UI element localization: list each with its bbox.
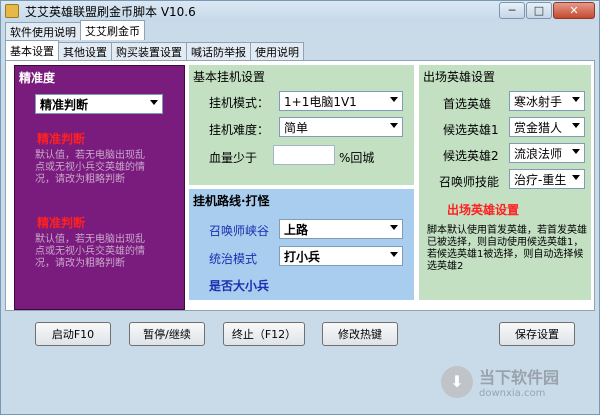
tab-gold-farming[interactable]: 艾艾刷金币 xyxy=(80,20,145,40)
route-panel: 挂机路线·打怪 召唤师峡谷 上路 统治模式 打小兵 是否大小兵 xyxy=(189,189,414,300)
basic-settings-title: 基本挂机设置 xyxy=(193,70,266,84)
precision-note-2: 默认值，若无电脑出现乱点或无视小兵交英雄的情况，请改为粗略判断 xyxy=(35,234,145,269)
tab-instructions[interactable]: 使用说明 xyxy=(250,42,304,60)
chevron-down-icon xyxy=(572,97,580,102)
backup-hero-1-value: 赏金猎人 xyxy=(514,120,563,135)
title-bar: 艾艾英雄联盟刷金币脚本 V10.6 ─ □ ✕ xyxy=(1,1,599,21)
backup-hero-1-label: 候选英雄1 xyxy=(443,123,499,137)
difficulty-label: 挂机难度： xyxy=(209,123,270,137)
tab-anti-report[interactable]: 喊话防举报 xyxy=(186,42,251,60)
mode-label: 挂机模式： xyxy=(209,96,270,110)
window-controls: ─ □ ✕ xyxy=(499,2,595,19)
minimize-button[interactable]: ─ xyxy=(499,2,525,19)
top-tab-bar: 软件使用说明 艾艾刷金币 xyxy=(5,20,145,40)
mode-select-value: 1+1电脑1V1 xyxy=(284,94,357,109)
watermark-url: downxia.com xyxy=(479,388,546,399)
stop-button[interactable]: 终止（F12） xyxy=(223,322,305,346)
primary-hero-select[interactable]: 寒冰射手 xyxy=(509,91,585,111)
chevron-down-icon xyxy=(390,97,398,102)
difficulty-select-value: 简单 xyxy=(284,120,309,135)
tab-basic-settings[interactable]: 基本设置 xyxy=(5,40,59,60)
hp-suffix: %回城 xyxy=(339,151,375,165)
chevron-down-icon xyxy=(390,252,398,257)
app-icon xyxy=(5,4,19,18)
hero-panel: 出场英雄设置 首选英雄 寒冰射手 候选英雄1 赏金猎人 候选英雄2 流浪法师 召… xyxy=(419,65,591,300)
settings-content: 精准度 精准判断 精准判断 默认值，若无电脑出现乱点或无视小兵交英雄的情况，请改… xyxy=(5,60,595,311)
map-select[interactable]: 上路 xyxy=(279,219,403,239)
chevron-down-icon xyxy=(572,149,580,154)
maximize-button[interactable]: □ xyxy=(526,2,552,19)
chevron-down-icon xyxy=(572,123,580,128)
difficulty-select[interactable]: 简单 xyxy=(279,117,403,137)
hero-title: 出场英雄设置 xyxy=(423,70,496,84)
strategy-select[interactable]: 打小兵 xyxy=(279,246,403,266)
backup-hero-1-select[interactable]: 赏金猎人 xyxy=(509,117,585,137)
primary-hero-label: 首选英雄 xyxy=(443,97,492,111)
watermark-text: 当下软件园 downxia.com xyxy=(479,364,559,399)
precision-title: 精准度 xyxy=(19,71,56,85)
download-logo-icon: ⬇ xyxy=(441,365,473,398)
settings-tab-bar: 基本设置 其他设置 购买装置设置 喊话防举报 使用说明 xyxy=(5,40,304,60)
backup-hero-2-value: 流浪法师 xyxy=(514,146,563,161)
watermark: ⬇ 当下软件园 downxia.com xyxy=(441,364,559,399)
tab-purchase-settings[interactable]: 购买装置设置 xyxy=(111,42,187,60)
mode-strategy-label: 统治模式 xyxy=(209,252,258,266)
hero-heading: 出场英雄设置 xyxy=(447,203,520,217)
precision-heading-2: 精准判断 xyxy=(37,216,86,230)
map-select-value: 上路 xyxy=(284,222,309,237)
hp-threshold-input[interactable] xyxy=(273,145,335,165)
hero-description: 脚本默认使用首发英雄，若首发英雄已被选择，则自动使用候选英雄1，若候选英雄1被选… xyxy=(427,225,587,272)
strategy-select-value: 打小兵 xyxy=(284,249,321,264)
main-window: 艾艾英雄联盟刷金币脚本 V10.6 ─ □ ✕ 软件使用说明 艾艾刷金币 基本设… xyxy=(0,0,600,415)
hotkey-button[interactable]: 修改热键 xyxy=(322,322,398,346)
mode-select[interactable]: 1+1电脑1V1 xyxy=(279,91,403,111)
chevron-down-icon xyxy=(572,175,580,180)
chevron-down-icon xyxy=(150,100,158,105)
precision-select-value: 精准判断 xyxy=(40,97,89,112)
map-label: 召唤师峡谷 xyxy=(209,224,270,238)
precision-heading-1: 精准判断 xyxy=(37,132,86,146)
start-button[interactable]: 启动F10 xyxy=(35,322,111,346)
window-title: 艾艾英雄联盟刷金币脚本 V10.6 xyxy=(25,4,196,19)
watermark-name: 当下软件园 xyxy=(479,368,560,387)
summoner-spell-value: 治疗-重生 xyxy=(514,172,567,187)
chevron-down-icon xyxy=(390,225,398,230)
precision-panel: 精准度 精准判断 精准判断 默认值，若无电脑出现乱点或无视小兵交英雄的情况，请改… xyxy=(14,65,185,310)
tab-other-settings[interactable]: 其他设置 xyxy=(58,42,112,60)
precision-note-1: 默认值，若无电脑出现乱点或无视小兵交英雄的情况，请改为粗略判断 xyxy=(35,150,145,185)
chevron-down-icon xyxy=(390,123,398,128)
backup-hero-2-label: 候选英雄2 xyxy=(443,149,499,163)
pause-button[interactable]: 暂停/继续 xyxy=(129,322,205,346)
summoner-spell-label: 召唤师技能 xyxy=(439,175,500,189)
minion-size-label: 是否大小兵 xyxy=(209,279,270,293)
save-button[interactable]: 保存设置 xyxy=(499,322,575,346)
primary-hero-value: 寒冰射手 xyxy=(514,94,563,109)
close-button[interactable]: ✕ xyxy=(553,2,595,19)
hp-label: 血量少于 xyxy=(209,151,258,165)
route-title: 挂机路线·打怪 xyxy=(193,194,270,208)
backup-hero-2-select[interactable]: 流浪法师 xyxy=(509,143,585,163)
tab-usage-guide[interactable]: 软件使用说明 xyxy=(5,22,81,40)
precision-select[interactable]: 精准判断 xyxy=(35,94,163,114)
summoner-spell-select[interactable]: 治疗-重生 xyxy=(509,169,585,189)
basic-settings-panel: 基本挂机设置 挂机模式： 1+1电脑1V1 挂机难度： 简单 血量少于 %回城 xyxy=(189,65,414,185)
